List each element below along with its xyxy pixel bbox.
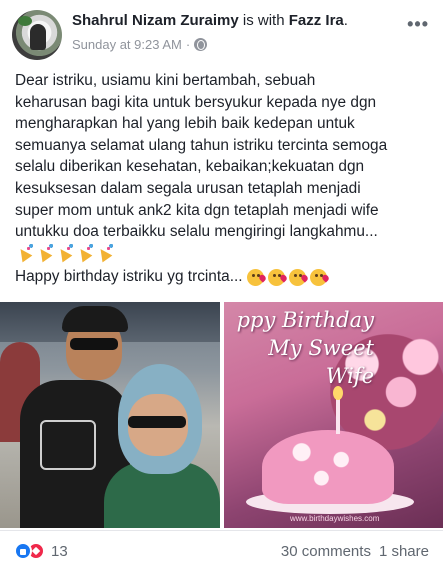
globe-icon[interactable] xyxy=(194,38,208,51)
kissing-face-icon xyxy=(267,268,285,286)
post-header: Shahrul Nizam Zuraimy is with Fazz Ira. … xyxy=(0,0,443,64)
kissing-face-icon xyxy=(309,268,327,286)
post-text-line: keharusan bagi kita untuk bersyukur kepa… xyxy=(15,93,377,111)
party-popper-icon xyxy=(75,243,94,261)
party-emoji-row xyxy=(15,243,114,261)
post-meta: Sunday at 9:23 AM · xyxy=(72,37,208,52)
post-photos: ppy Birthday My Sweet Wife www.birthdayw… xyxy=(0,302,443,528)
post-text-line: kesuksesan dalam segala urusan tetaplah … xyxy=(15,179,361,197)
post-timestamp[interactable]: Sunday at 9:23 AM xyxy=(72,37,182,52)
birthday-cake xyxy=(262,430,394,504)
kissing-face-icon xyxy=(246,268,264,286)
author-name[interactable]: Shahrul Nizam Zuraimy xyxy=(72,12,239,29)
author-avatar[interactable] xyxy=(12,10,62,60)
post-second-line: Happy birthday istriku yg trcinta... xyxy=(15,268,327,286)
card-watermark: www.birthdaywishes.com xyxy=(290,514,380,523)
post-body: Dear istriku, usiamu kini bertambah, seb… xyxy=(15,70,435,243)
meta-separator: · xyxy=(185,37,191,52)
card-line-1: ppy Birthday xyxy=(236,308,374,332)
birthday-card-photo[interactable]: ppy Birthday My Sweet Wife www.birthdayw… xyxy=(224,302,443,528)
post-text-line: super mom untuk ank2 kita dgn tetaplah m… xyxy=(15,201,379,219)
post-text-line: selalu diberikan kesehatan, kebaikan;kek… xyxy=(15,158,365,176)
post-text-line: Dear istriku, usiamu kini bertambah, seb… xyxy=(15,72,316,89)
shirt-print xyxy=(40,420,96,470)
with-text: is with xyxy=(242,12,285,29)
post-text-line: mengharapkan hal yang lebih baik kedepan… xyxy=(15,115,355,133)
engagement-counts: 30 comments 1 share xyxy=(281,543,429,560)
birthday-message: Happy birthday istriku yg trcinta... xyxy=(15,268,243,285)
party-popper-icon xyxy=(55,243,74,261)
reaction-count: 13 xyxy=(51,542,68,560)
post-text-line: semuanya selamat ulang tahun istriku ter… xyxy=(15,136,388,154)
party-popper-icon xyxy=(15,243,34,261)
tagged-suffix: . xyxy=(343,12,348,29)
post-footer: 13 30 comments 1 share xyxy=(0,530,443,570)
man-sunglasses xyxy=(70,338,118,350)
shares-count-link[interactable]: 1 share xyxy=(379,543,429,560)
card-line-2: My Sweet xyxy=(268,336,374,360)
candle-flame xyxy=(333,386,343,400)
author-line: Shahrul Nizam Zuraimy is with Fazz Ira. xyxy=(72,12,348,29)
avatar-figure xyxy=(30,24,46,50)
tagged-friend-name[interactable]: Fazz Ira xyxy=(289,12,344,29)
like-icon xyxy=(14,542,32,560)
couple-photo[interactable] xyxy=(0,302,220,528)
comments-count-link[interactable]: 30 comments xyxy=(281,543,371,560)
woman-sunglasses xyxy=(128,416,186,428)
avatar-plant xyxy=(18,16,32,26)
reactions-summary[interactable]: 13 xyxy=(14,542,68,560)
card-line-3: Wife xyxy=(325,364,374,388)
cake-candle xyxy=(336,398,340,434)
party-popper-icon xyxy=(35,243,54,261)
more-options-button[interactable]: ••• xyxy=(407,14,429,35)
post-text-line: untukku doa terbaikku selalu mengiringi … xyxy=(15,223,378,241)
man-cap xyxy=(62,306,128,332)
party-popper-icon xyxy=(95,243,114,261)
birthday-card-text: ppy Birthday My Sweet Wife xyxy=(224,308,374,388)
kissing-face-icon xyxy=(288,268,306,286)
